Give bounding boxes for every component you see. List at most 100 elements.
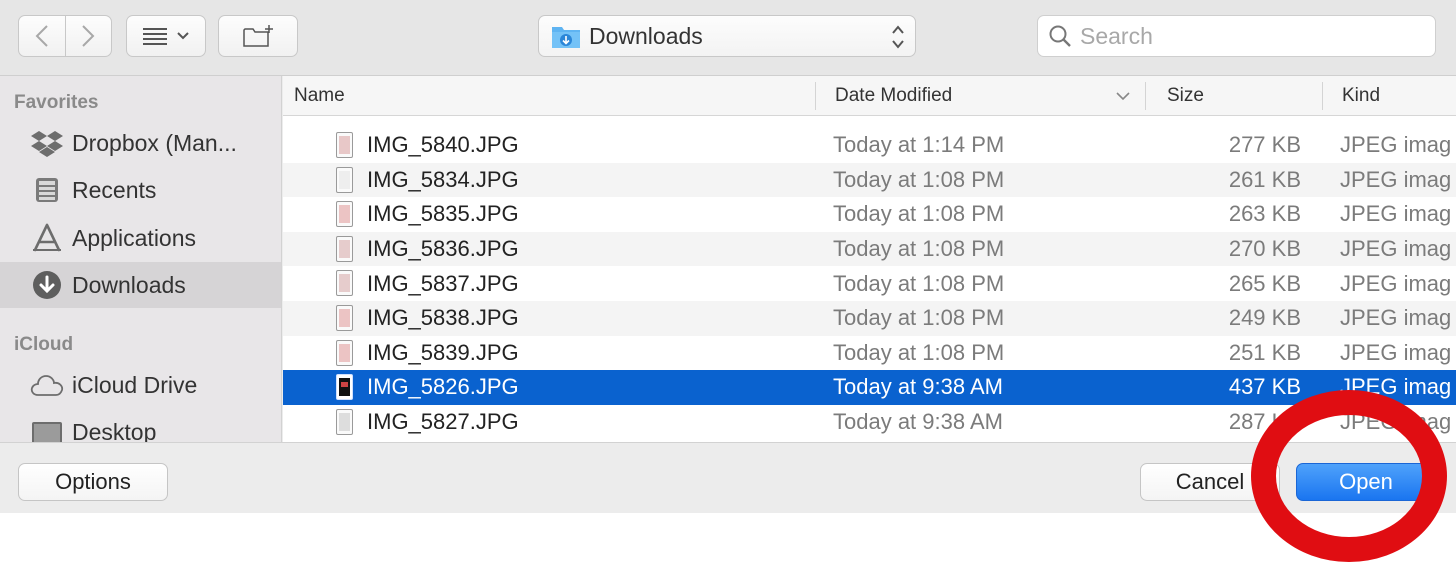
back-button[interactable] (19, 16, 65, 56)
desktop-icon (30, 417, 64, 442)
new-folder-button[interactable] (218, 15, 298, 57)
file-date: Today at 9:38 AM (833, 409, 1003, 435)
file-kind: JPEG imag (1340, 409, 1452, 435)
file-name: IMG_5840.JPG (367, 132, 519, 158)
table-row[interactable]: IMG_5838.JPG Today at 1:08 PM 249 KB JPE… (283, 300, 1456, 336)
file-name: IMG_5834.JPG (367, 166, 519, 192)
table-row[interactable]: IMG_5839.JPG Today at 1:08 PM 251 KB JPE… (283, 336, 1456, 371)
jpeg-file-icon (336, 270, 353, 297)
table-row[interactable]: IMG_5837.JPG Today at 1:08 PM 265 KB JPE… (283, 266, 1456, 301)
file-size: 437 KB (1228, 374, 1301, 400)
sidebar-item-downloads[interactable]: Downloads (0, 262, 281, 308)
jpeg-file-icon (336, 166, 353, 193)
table-row[interactable]: IMG_5836.JPG Today at 1:08 PM 270 KB JPE… (283, 231, 1456, 267)
updown-arrows-icon (891, 22, 905, 54)
chevron-left-icon (35, 25, 48, 47)
column-date-modified[interactable]: Date Modified (835, 76, 952, 116)
search-icon (1049, 25, 1071, 47)
file-date: Today at 9:38 AM (833, 374, 1003, 400)
table-row[interactable]: IMG_5834.JPG Today at 1:08 PM 261 KB JPE… (283, 162, 1456, 198)
file-date: Today at 1:08 PM (833, 236, 1005, 262)
file-size: 270 KB (1228, 236, 1301, 262)
file-kind: JPEG imag (1340, 201, 1452, 227)
file-kind: JPEG imag (1340, 374, 1452, 400)
sidebar-item-label: Applications (72, 224, 197, 251)
column-name[interactable]: Name (294, 76, 345, 116)
sidebar-item-label: Downloads (72, 271, 186, 298)
downloads-icon (30, 270, 64, 300)
column-divider[interactable] (1145, 82, 1146, 110)
column-header: Name Date Modified Size Kind (283, 76, 1456, 116)
file-name: IMG_5838.JPG (367, 305, 519, 331)
dropbox-icon (30, 128, 64, 158)
sidebar-item-dropbox[interactable]: Dropbox (Man... (0, 120, 281, 166)
column-divider[interactable] (815, 82, 816, 110)
view-options-button[interactable] (126, 15, 206, 57)
file-size: 263 KB (1228, 201, 1301, 227)
table-row[interactable]: IMG_5827.JPG Today at 9:38 AM 287 KB JPE… (283, 405, 1456, 440)
jpeg-file-icon (336, 374, 353, 401)
file-size: 277 KB (1228, 132, 1301, 158)
sidebar-item-applications[interactable]: Applications (0, 215, 281, 261)
jpeg-file-icon (336, 201, 353, 228)
file-size: 251 KB (1228, 339, 1301, 365)
cancel-button[interactable]: Cancel (1140, 463, 1280, 501)
search-field[interactable] (1037, 15, 1436, 57)
file-list: Name Date Modified Size Kind IMG_5840.JP… (283, 76, 1456, 442)
sidebar: Favorites Dropbox (Man... Recents Applic… (0, 76, 282, 442)
sidebar-item-desktop[interactable]: Desktop (0, 409, 281, 443)
table-row[interactable]: IMG_5840.JPG Today at 1:14 PM 277 KB JPE… (283, 128, 1456, 163)
search-input[interactable] (1080, 22, 1410, 50)
column-divider[interactable] (1322, 82, 1323, 110)
forward-button[interactable] (64, 16, 112, 56)
sidebar-item-label: Dropbox (Man... (72, 129, 237, 156)
column-size[interactable]: Size (1167, 76, 1204, 116)
sidebar-item-label: Recents (72, 176, 157, 203)
cloud-icon (30, 370, 64, 400)
jpeg-file-icon (336, 132, 353, 158)
sidebar-item-recents[interactable]: Recents (0, 167, 281, 213)
table-row-selected[interactable]: IMG_5826.JPG Today at 9:38 AM 437 KB JPE… (283, 370, 1456, 405)
open-button[interactable]: Open (1296, 463, 1436, 501)
jpeg-file-icon (336, 235, 353, 262)
file-kind: JPEG imag (1340, 305, 1452, 331)
table-row[interactable]: IMG_5835.JPG Today at 1:08 PM 263 KB JPE… (283, 197, 1456, 232)
file-name: IMG_5839.JPG (367, 339, 519, 365)
options-button[interactable]: Options (18, 463, 168, 501)
file-kind: JPEG imag (1340, 132, 1452, 158)
file-name: IMG_5837.JPG (367, 270, 519, 296)
sidebar-item-label: iCloud Drive (72, 371, 198, 398)
file-kind: JPEG imag (1340, 236, 1452, 262)
file-date: Today at 1:08 PM (833, 201, 1005, 227)
file-name: IMG_5835.JPG (367, 201, 519, 227)
file-name: IMG_5826.JPG (367, 374, 519, 400)
file-kind: JPEG imag (1340, 166, 1452, 192)
jpeg-file-icon (336, 408, 353, 435)
jpeg-file-icon (336, 304, 353, 331)
file-date: Today at 1:08 PM (833, 305, 1005, 331)
file-size: 287 KB (1228, 409, 1301, 435)
file-size: 261 KB (1228, 166, 1301, 192)
applications-icon (30, 223, 64, 253)
downloads-folder-icon (552, 27, 580, 48)
location-popup[interactable]: Downloads (538, 15, 916, 57)
chevron-down-icon (177, 32, 189, 40)
file-date: Today at 1:08 PM (833, 270, 1005, 296)
sidebar-item-icloud-drive[interactable]: iCloud Drive (0, 362, 281, 408)
file-size: 265 KB (1228, 270, 1301, 296)
sort-chevron-down-icon (1116, 92, 1130, 101)
file-name: IMG_5827.JPG (367, 409, 519, 435)
file-date: Today at 1:08 PM (833, 166, 1005, 192)
column-kind[interactable]: Kind (1342, 76, 1380, 116)
file-kind: JPEG imag (1340, 339, 1452, 365)
recents-icon (30, 175, 64, 205)
file-name: IMG_5836.JPG (367, 236, 519, 262)
sidebar-heading-favorites: Favorites (14, 92, 99, 113)
file-date: Today at 1:14 PM (833, 132, 1005, 158)
file-size: 249 KB (1228, 305, 1301, 331)
toolbar: Downloads (0, 0, 1456, 76)
file-rows: IMG_5840.JPG Today at 1:14 PM 277 KB JPE… (283, 128, 1456, 439)
sidebar-item-label: Desktop (72, 418, 157, 443)
sidebar-heading-icloud: iCloud (14, 334, 74, 355)
location-label: Downloads (589, 22, 703, 49)
